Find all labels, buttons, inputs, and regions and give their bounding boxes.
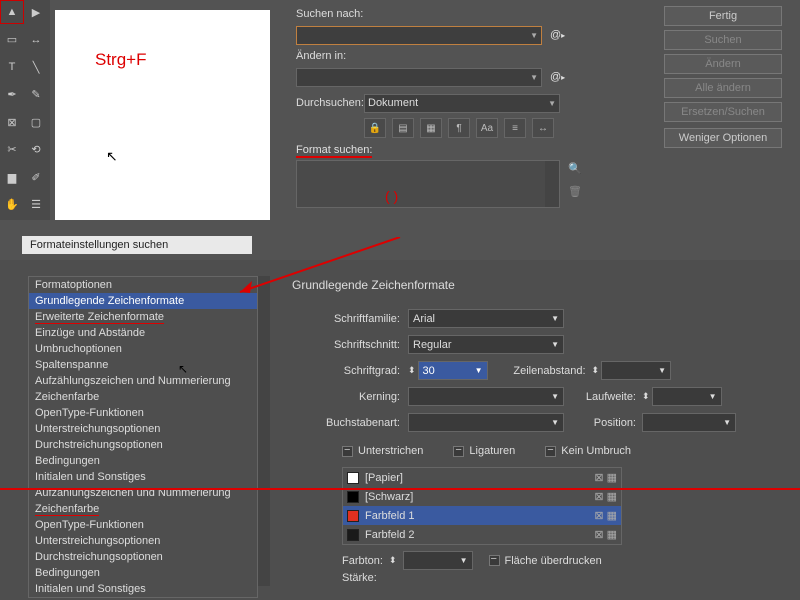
pen-tool[interactable]: ✒ [0,83,24,107]
search-for-label: Suchen nach: [296,8,363,20]
change-to-input[interactable]: ▼ [296,68,542,87]
find-change-dialog: Fertig Suchen Ändern Alle ändern Ersetze… [278,0,800,230]
magnify-format-icon[interactable]: 🔍 [568,162,582,175]
book-icon[interactable]: ▤ [392,118,414,138]
gradient-tool[interactable]: ▆ [0,165,24,189]
category-item[interactable]: Spaltenspanne [29,357,257,373]
tool-panel: ▲ ▶ ▭ ↔ T ╲ ✒ ✎ ⊠ ▢ ✂ ⟲ ▆ ✐ ✋ ☰ [0,0,50,220]
stroke-label: Stärke: [342,572,377,584]
category-item[interactable]: Umbruchoptionen [29,341,257,357]
eyedrop-tool[interactable]: ✐ [24,165,48,189]
rect-frame-tool[interactable]: ⊠ [0,110,24,134]
category-item[interactable]: Aufzählungszeichen und Nummerierung [29,373,257,389]
cursor-icon: ↖ [178,362,188,376]
position-label: Position: [572,417,642,429]
format-settings-title: Formateinstellungen suchen [22,236,252,254]
paren-annotation: ( ) [385,188,398,204]
para-icon[interactable]: ¶ [448,118,470,138]
case-label: Buchstabenart: [292,417,408,429]
category-item[interactable]: Durchstreichungsoptionen [29,437,257,453]
selection-tool[interactable]: ▲ [0,0,24,24]
swatch-item[interactable]: Farbfeld 2⊠▦ [343,525,621,544]
font-family-select[interactable]: Arial▼ [408,309,564,328]
category-item[interactable]: Bedingungen [29,565,257,581]
search-for-input[interactable]: ▼ [296,26,542,45]
shortcut-annotation: Strg+F [95,50,147,70]
scissors-tool[interactable]: ✂ [0,138,24,162]
category-item[interactable]: Durchstreichungsoptionen [29,549,257,565]
leading-label: Zeilenabstand: [496,365,592,377]
format-settings-dialog: FormatoptionenGrundlegende Zeichenformat… [0,260,800,600]
tint-input[interactable]: ▼ [403,551,473,570]
style-icon[interactable]: ≡ [504,118,526,138]
cursor-icon: ↖ [106,148,118,165]
swatch-item[interactable]: Farbfeld 1⊠▦ [343,506,621,525]
category-item[interactable]: Unterstreichungsoptionen [29,421,257,437]
font-family-label: Schriftfamilie: [292,313,408,325]
document-canvas [55,10,270,220]
category-item[interactable]: Initialen und Sonstiges [29,581,257,597]
underline-check[interactable]: Unterstrichen [342,445,423,457]
change-to-label: Ändern in: [296,50,346,62]
overprint-fill-check[interactable]: Fläche überdrucken [489,555,602,567]
category-item[interactable]: Unterstreichungsoptionen [29,533,257,549]
panel-title: Grundlegende Zeichenformate [292,278,782,292]
scope-label: Durchsuchen: [296,97,364,109]
kerning-label: Kerning: [292,391,408,403]
nobreak-check[interactable]: Kein Umbruch [545,445,631,457]
format-search-box[interactable] [296,160,560,208]
layer-icon[interactable]: ▦ [420,118,442,138]
category-item[interactable]: Formatoptionen [29,277,257,293]
type-tool[interactable]: T [0,55,24,79]
category-item[interactable]: Zeichenfarbe [29,389,257,405]
gap-tool[interactable]: ↔ [24,28,48,52]
category-scrollbar[interactable] [258,276,270,586]
case-select[interactable]: ▼ [408,413,564,432]
note-tool[interactable]: ☰ [24,193,48,217]
hand-tool[interactable]: ✋ [0,193,24,217]
category-item[interactable]: Erweiterte Zeichenformate [29,309,257,325]
page-tool[interactable]: ▭ [0,28,24,52]
kerning-select[interactable]: ▼ [408,387,564,406]
dir-icon[interactable]: ↔ [532,118,554,138]
position-select[interactable]: ▼ [642,413,736,432]
direct-select-tool[interactable]: ▶ [24,0,48,24]
category-item[interactable]: Initialen und Sonstiges [29,469,257,485]
lock-icon[interactable]: 🔒 [364,118,386,138]
trash-format-icon[interactable]: 🗑 [568,185,582,198]
at-menu-icon[interactable]: @ [550,29,561,41]
leading-input[interactable]: ▼ [601,361,671,380]
category-item[interactable]: Einzüge und Abstände [29,325,257,341]
pencil-tool[interactable]: ✎ [24,83,48,107]
category-item[interactable]: OpenType-Funktionen [29,405,257,421]
category-item[interactable]: Grundlegende Zeichenformate [29,293,257,309]
annotation-line [0,488,800,490]
category-item[interactable]: Bedingungen [29,453,257,469]
swatch-item[interactable]: [Papier]⊠▦ [343,468,621,487]
font-style-label: Schriftschnitt: [292,339,408,351]
category-list[interactable]: FormatoptionenGrundlegende Zeichenformat… [28,276,258,598]
transform-tool[interactable]: ⟲ [24,138,48,162]
font-style-select[interactable]: Regular▼ [408,335,564,354]
case-icon[interactable]: Aa [476,118,498,138]
category-item[interactable]: OpenType-Funktionen [29,517,257,533]
font-size-label: Schriftgrad: [292,365,408,377]
tracking-label: Laufweite: [572,391,642,403]
line-tool[interactable]: ╲ [24,55,48,79]
tracking-input[interactable]: ▼ [652,387,722,406]
format-search-label: Format suchen: [296,144,372,158]
swatch-list[interactable]: [Papier]⊠▦[Schwarz]⊠▦Farbfeld 1⊠▦Farbfel… [342,467,622,545]
tint-label: Farbton: [342,555,383,567]
category-item[interactable]: Zeichenfarbe [29,501,257,517]
ligatures-check[interactable]: Ligaturen [453,445,515,457]
rect-tool[interactable]: ▢ [24,110,48,134]
font-size-input[interactable]: 30▼ [418,361,488,380]
scope-select[interactable]: Dokument▼ [364,94,560,113]
detail-panel: Grundlegende Zeichenformate Schriftfamil… [292,278,782,584]
at-menu-icon[interactable]: @ [550,71,561,83]
